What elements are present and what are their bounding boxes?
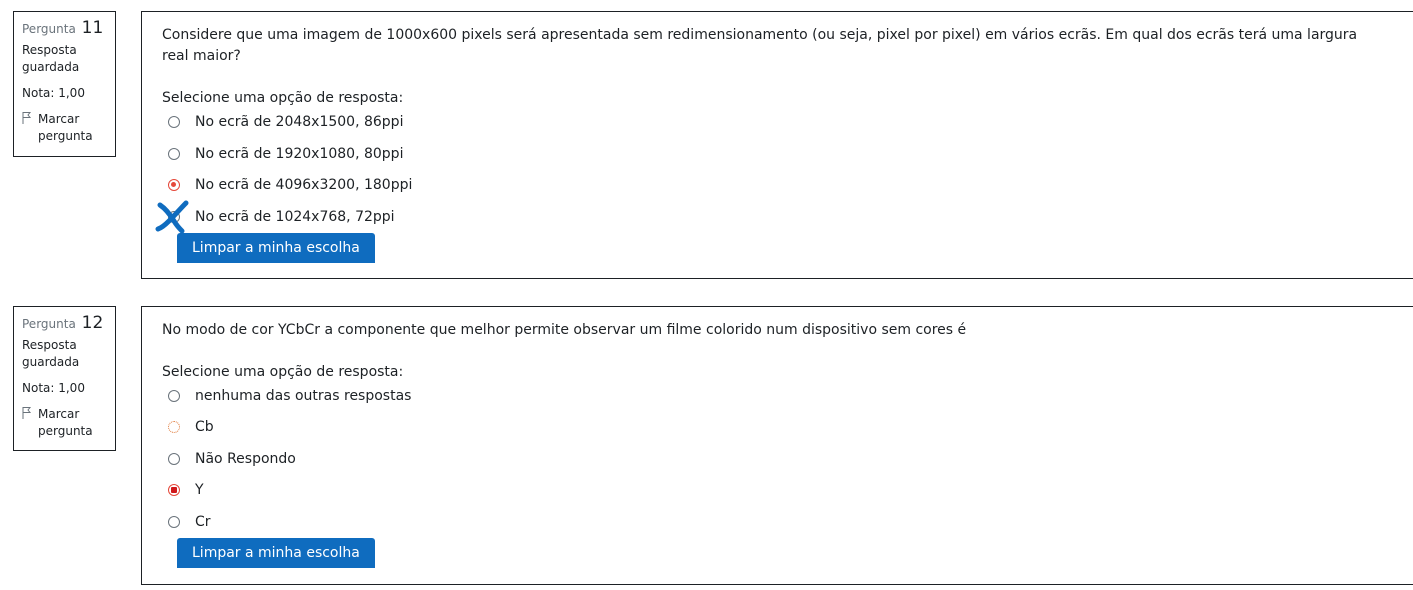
question-number-line: Pergunta 11 (22, 20, 107, 38)
incorrect-mark-icon (155, 200, 189, 234)
option-label: Não Respondo (195, 451, 296, 467)
answer-option-selected[interactable]: No ecrã de 4096x3200, 180ppi (168, 175, 412, 195)
question-content-12: No modo de cor YCbCr a componente que me… (141, 306, 1413, 585)
flag-icon (22, 112, 32, 124)
flag-question-label: Marcar pergunta (38, 112, 93, 143)
answer-option[interactable]: No ecrã de 1024x768, 72ppi (168, 207, 395, 227)
question-info-11: Pergunta 11 Resposta guardada Nota: 1,00… (13, 11, 116, 157)
answer-option-selected[interactable]: Y (168, 480, 204, 500)
option-label: No ecrã de 1024x768, 72ppi (195, 209, 395, 225)
question-text: Considere que uma imagem de 1000x600 pix… (162, 27, 1358, 64)
option-label: nenhuma das outras respostas (195, 388, 412, 404)
question-info-12: Pergunta 12 Resposta guardada Nota: 1,00… (13, 306, 116, 451)
question-state: Resposta guardada (22, 43, 80, 74)
question-number: 12 (81, 313, 104, 333)
option-label: Cr (195, 514, 211, 530)
option-label: No ecrã de 2048x1500, 86ppi (195, 114, 404, 130)
question-label: Pergunta (22, 317, 76, 331)
clear-choice-button[interactable]: Limpar a minha escolha (177, 538, 375, 568)
radio-button-selected[interactable] (168, 484, 180, 496)
clear-choice-button[interactable]: Limpar a minha escolha (177, 233, 375, 263)
option-label: No ecrã de 1920x1080, 80ppi (195, 146, 404, 162)
flag-question-link[interactable]: Marcar pergunta (22, 406, 107, 440)
answer-option[interactable]: Cr (168, 512, 211, 532)
question-label: Pergunta (22, 22, 76, 36)
radio-button[interactable] (168, 516, 180, 528)
answer-prompt: Selecione uma opção de resposta: (162, 364, 404, 380)
radio-button[interactable] (168, 116, 180, 128)
answer-option[interactable]: Não Respondo (168, 449, 296, 469)
flag-icon (22, 407, 32, 419)
question-number-line: Pergunta 12 (22, 315, 107, 333)
question-number: 11 (81, 18, 104, 38)
flag-question-link[interactable]: Marcar pergunta (22, 111, 107, 145)
answer-option[interactable]: Cb (168, 417, 214, 437)
option-label: Cb (195, 419, 214, 435)
radio-button-selected[interactable] (168, 179, 180, 191)
radio-button[interactable] (168, 453, 180, 465)
question-content-11: Considere que uma imagem de 1000x600 pix… (141, 11, 1413, 279)
answer-option[interactable]: nenhuma das outras respostas (168, 386, 411, 406)
question-state: Resposta guardada (22, 338, 80, 369)
radio-button[interactable] (168, 148, 180, 160)
option-label: No ecrã de 4096x3200, 180ppi (195, 177, 413, 193)
answer-option[interactable]: No ecrã de 1920x1080, 80ppi (168, 144, 403, 164)
radio-button[interactable] (168, 390, 180, 402)
answer-prompt: Selecione uma opção de resposta: (162, 90, 404, 106)
question-grade: Nota: 1,00 (22, 381, 85, 395)
question-text: No modo de cor YCbCr a componente que me… (162, 322, 967, 338)
flag-question-label: Marcar pergunta (38, 407, 93, 438)
option-label: Y (195, 482, 204, 498)
question-grade: Nota: 1,00 (22, 86, 85, 100)
answer-option[interactable]: No ecrã de 2048x1500, 86ppi (168, 112, 403, 132)
radio-button[interactable] (168, 421, 180, 433)
